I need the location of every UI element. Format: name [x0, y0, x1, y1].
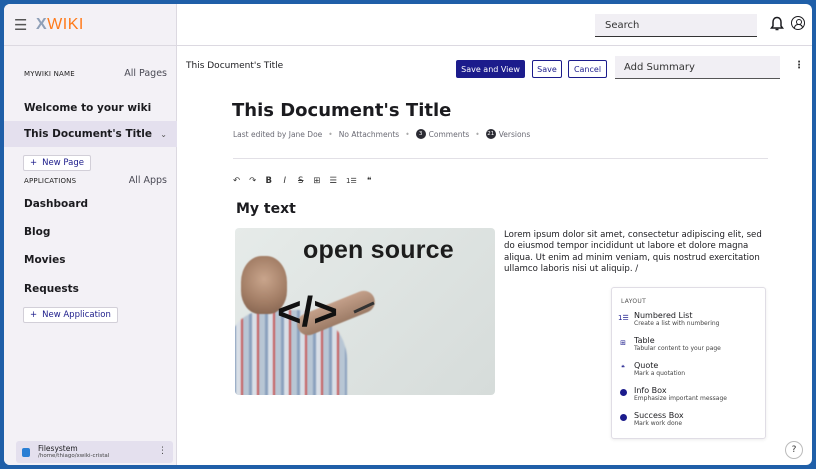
editor-toolbar: ↶ ↷ B I S ⊞ ☰ 1☰ ❝ [233, 176, 373, 186]
plus-icon: + [30, 158, 38, 168]
search-input[interactable]: Search [595, 14, 757, 37]
new-page-label: New Page [42, 158, 84, 168]
sidebar-item-document[interactable]: This Document's Title ⌄ [4, 121, 177, 147]
content-paragraph[interactable]: Lorem ipsum dolor sit amet, consectetur … [504, 230, 766, 276]
save-and-view-button[interactable]: Save and View [456, 60, 525, 78]
more-vertical-icon[interactable]: ⋮ [794, 60, 804, 71]
applications-label: APPLICATIONS [24, 177, 77, 185]
divider [233, 158, 768, 159]
new-application-button[interactable]: + New Application [23, 307, 118, 323]
separator-dot: • [328, 129, 333, 139]
layout-option-quote[interactable]: ❝ Quote Mark a quotation [618, 361, 763, 384]
document-breadcrumb: This Document's Title [186, 61, 284, 71]
layout-option-numbered-list[interactable]: 1☰ Numbered List Create a list with numb… [618, 311, 763, 334]
top-bar: Search [177, 4, 812, 46]
option-text: Success Box Mark work done [634, 411, 684, 434]
last-edited-text[interactable]: Last edited by Jane Doe [233, 130, 322, 139]
image-headline: open source [303, 236, 454, 264]
quote-icon[interactable]: ❝ [366, 176, 373, 186]
option-text: Info Box Emphasize important message [634, 386, 727, 409]
sidebar-item-movies[interactable]: Movies [4, 247, 177, 273]
table-icon[interactable]: ⊞ [313, 176, 320, 186]
option-desc: Emphasize important message [634, 394, 727, 402]
option-desc: Mark a quotation [634, 369, 686, 377]
option-text: Table Tabular content to your page [634, 336, 721, 359]
summary-input[interactable]: Add Summary [615, 56, 780, 79]
layout-menu: LAYOUT 1☰ Numbered List Create a list wi… [611, 287, 766, 439]
comments-link[interactable]: Comments [429, 130, 470, 139]
attachments-link[interactable]: No Attachments [339, 130, 399, 139]
layout-option-success-box[interactable]: Success Box Mark work done [618, 411, 763, 434]
bold-icon[interactable]: B [265, 176, 272, 186]
chevron-down-icon[interactable]: ⌄ [160, 130, 167, 139]
check-circle-icon [618, 414, 628, 434]
wiki-name-label: MYWIKI NAME [24, 70, 75, 78]
comments-count-badge: 3 [415, 129, 426, 139]
filesystem-title: Filesystem [38, 443, 78, 453]
bullet-list-icon[interactable]: ☰ [329, 176, 337, 186]
sidebar-item-label: Movies [24, 254, 66, 266]
layout-menu-header: LAYOUT [621, 298, 647, 305]
numbered-list-icon[interactable]: 1☰ [346, 177, 357, 185]
xwiki-logo[interactable]: XWIKI [36, 16, 84, 34]
sidebar-item-label: Dashboard [24, 198, 89, 210]
undo-icon[interactable]: ↶ [233, 176, 240, 186]
logo-row: ☰ XWIKI [4, 4, 176, 46]
page-title: This Document's Title [232, 100, 452, 121]
wiki-name-row: MYWIKI NAME All Pages [4, 68, 177, 79]
new-application-label: New Application [42, 310, 111, 320]
sidebar-item-label: This Document's Title [24, 128, 152, 140]
option-text: Quote Mark a quotation [634, 361, 686, 384]
sidebar-item-blog[interactable]: Blog [4, 219, 177, 245]
more-vertical-icon[interactable]: ⋮ [158, 446, 167, 456]
option-desc: Tabular content to your page [634, 344, 721, 352]
filesystem-selector[interactable]: Filesystem /home/thiago/xwiki-cristal ⋮ [16, 441, 173, 463]
layout-option-table[interactable]: ⊞ Table Tabular content to your page [618, 336, 763, 359]
option-desc: Mark work done [634, 419, 683, 427]
strikethrough-icon[interactable]: S [297, 176, 304, 186]
option-text: Numbered List Create a list with numberi… [634, 311, 720, 334]
versions-count-badge: 21 [485, 129, 496, 139]
menu-icon[interactable]: ☰ [14, 16, 32, 34]
italic-icon[interactable]: I [281, 176, 288, 186]
info-icon [618, 389, 628, 409]
sidebar: ☰ XWIKI MYWIKI NAME All Pages Welcome to… [4, 4, 177, 465]
table-icon: ⊞ [620, 339, 626, 347]
sidebar-item-requests[interactable]: Requests [4, 276, 177, 302]
quote-icon: ❝ [621, 364, 625, 372]
filesystem-path: /home/thiago/xwiki-cristal [38, 453, 110, 460]
cancel-button[interactable]: Cancel [568, 60, 607, 78]
save-button[interactable]: Save [532, 60, 562, 78]
database-icon [22, 447, 30, 457]
logo-word: WIKI [47, 15, 84, 33]
account-icon[interactable] [791, 16, 805, 30]
document-meta: Last edited by Jane Doe • No Attachments… [233, 129, 530, 139]
open-source-image[interactable]: open source </> [235, 228, 495, 395]
filesystem-text: Filesystem /home/thiago/xwiki-cristal [38, 443, 110, 460]
edit-bar: This Document's Title Save and View Save… [177, 46, 812, 84]
image-code-symbol: </> [277, 288, 338, 335]
sidebar-item-label: Requests [24, 283, 79, 295]
bell-icon[interactable] [770, 16, 784, 32]
option-desc: Create a list with numbering [634, 319, 720, 327]
sidebar-item-label: Welcome to your wiki [24, 102, 152, 114]
all-pages-link[interactable]: All Pages [124, 68, 167, 79]
applications-row: APPLICATIONS All Apps [4, 175, 177, 186]
separator-dot: • [475, 129, 480, 139]
logo-mark: X [36, 15, 48, 33]
sidebar-item-label: Blog [24, 226, 51, 238]
versions-link[interactable]: Versions [499, 130, 531, 139]
numbered-list-icon: 1☰ [618, 314, 629, 322]
sidebar-item-welcome[interactable]: Welcome to your wiki [4, 95, 177, 121]
new-page-button[interactable]: + New Page [23, 155, 91, 171]
plus-icon: + [30, 310, 38, 320]
content-heading[interactable]: My text [236, 201, 296, 217]
separator-dot: • [405, 129, 410, 139]
layout-option-info-box[interactable]: Info Box Emphasize important message [618, 386, 763, 409]
all-apps-link[interactable]: All Apps [129, 175, 167, 186]
sidebar-item-dashboard[interactable]: Dashboard [4, 191, 177, 217]
redo-icon[interactable]: ↷ [249, 176, 256, 186]
app-window: ☰ XWIKI MYWIKI NAME All Pages Welcome to… [4, 4, 812, 465]
help-button[interactable]: ? [785, 441, 803, 459]
